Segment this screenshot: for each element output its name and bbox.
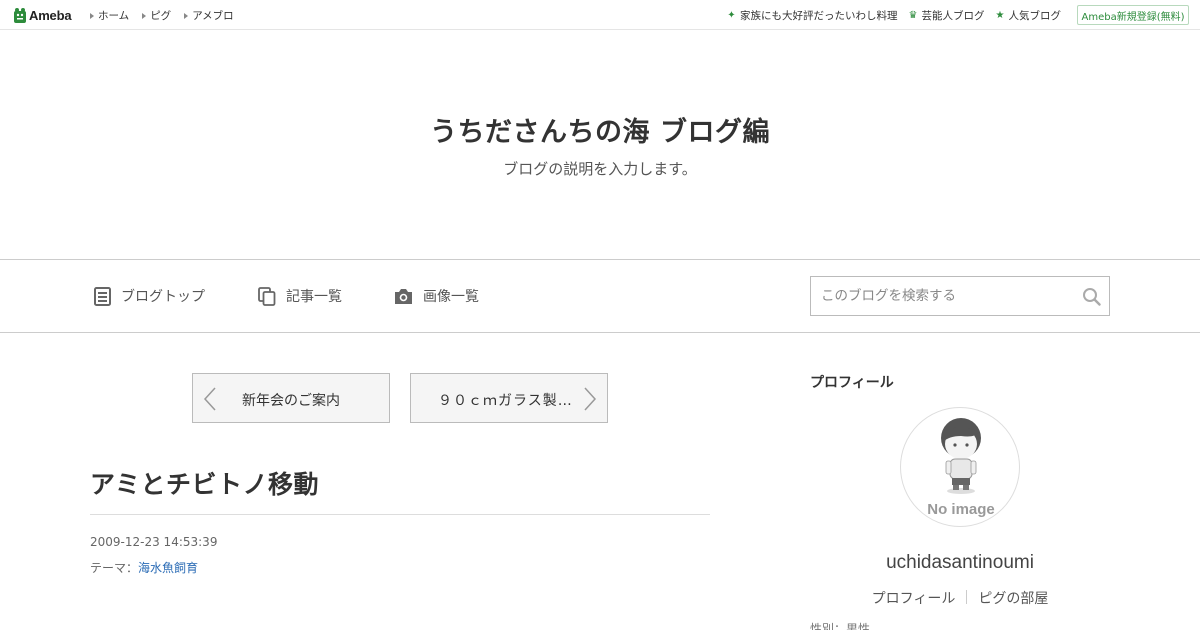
copy-icon (258, 286, 276, 306)
ameba-logo[interactable]: Ameba (13, 6, 72, 24)
profile-link[interactable]: プロフィール (872, 588, 956, 608)
search-input[interactable] (811, 277, 1061, 315)
prev-article-title: 新年会のご案内 (242, 393, 340, 409)
article-divider (90, 514, 710, 515)
no-image-label: No image (927, 501, 995, 518)
next-article-title: ９０ｃｍガラス製オ… (438, 393, 578, 409)
triangle-right-icon (90, 12, 94, 19)
theme-link[interactable]: 海水魚飼育 (138, 561, 198, 575)
sparkle-icon: ✦ (727, 10, 736, 21)
featured-link-recipe[interactable]: ✦ 家族にも大好評だったいわし料理 (726, 8, 897, 23)
nav-home[interactable]: ホーム (90, 8, 129, 23)
document-icon (94, 286, 111, 306)
featured-link-celebrity[interactable]: ♛ 芸能人ブログ (908, 8, 985, 23)
nav-pigg[interactable]: ピグ (142, 8, 171, 23)
global-nav: ホーム ピグ アメブロ (90, 8, 247, 23)
profile-links: プロフィール ピグの部屋 (810, 588, 1110, 608)
featured-nav: ✦ 家族にも大好評だったいわし料理 ♛ 芸能人ブログ ★ 人気ブログ (716, 8, 1061, 23)
global-header: Ameba ホーム ピグ アメブロ ✦ 家族にも大好評だったいわし料理 ♛ 芸能人ブ… (0, 0, 1200, 30)
blog-description: ブログの説明を入力します。 (503, 160, 697, 178)
star-icon: ★ (995, 10, 1005, 21)
crown-icon: ♛ (908, 10, 918, 21)
menu-image-list[interactable]: 画像一覧 (394, 286, 479, 306)
profile-gender: 性別：男性 (810, 622, 871, 630)
triangle-right-icon (142, 12, 147, 19)
theme-label: テーマ： (90, 561, 139, 575)
menu-article-list[interactable]: 記事一覧 (258, 286, 342, 306)
profile-username[interactable]: uchidasantinoumi (810, 552, 1110, 574)
default-avatar-icon: No image (927, 418, 995, 518)
avatar[interactable]: No image (900, 407, 1020, 527)
chevron-left-icon (203, 387, 216, 411)
prev-article-button[interactable]: 新年会のご案内 (192, 373, 390, 423)
pigg-room-link[interactable]: ピグの部屋 (978, 588, 1048, 608)
article-theme: テーマ：海水魚飼育 (90, 559, 198, 576)
menu-blog-top[interactable]: ブログトップ (94, 286, 205, 306)
link-separator (966, 590, 968, 604)
ameba-logo-icon (14, 7, 26, 23)
blog-title[interactable]: うちださんちの海 ブログ編 (0, 110, 1200, 149)
next-article-button[interactable]: ９０ｃｍガラス製オ… (410, 373, 608, 423)
article-date: 2009-12-23 14:53:39 (90, 535, 218, 549)
nav-ameblo[interactable]: アメブロ (184, 8, 234, 23)
blog-menu: ブログトップ 記事一覧 画像一覧 (0, 259, 1200, 333)
triangle-right-icon (184, 12, 189, 19)
signup-button[interactable]: Ameba新規登録(無料) (1077, 5, 1189, 25)
blog-header: うちださんちの海 ブログ編 ブログの説明を入力します。 (0, 30, 1200, 260)
camera-icon (395, 288, 412, 304)
chevron-right-icon (584, 387, 597, 411)
blog-search (810, 276, 1110, 316)
search-icon[interactable] (1082, 287, 1101, 306)
article-title: アミとチビトノ移動 (90, 470, 320, 499)
featured-link-popular[interactable]: ★ 人気ブログ (995, 8, 1061, 23)
profile-heading: プロフィール (810, 375, 894, 391)
logo-text: Ameba (29, 7, 72, 23)
